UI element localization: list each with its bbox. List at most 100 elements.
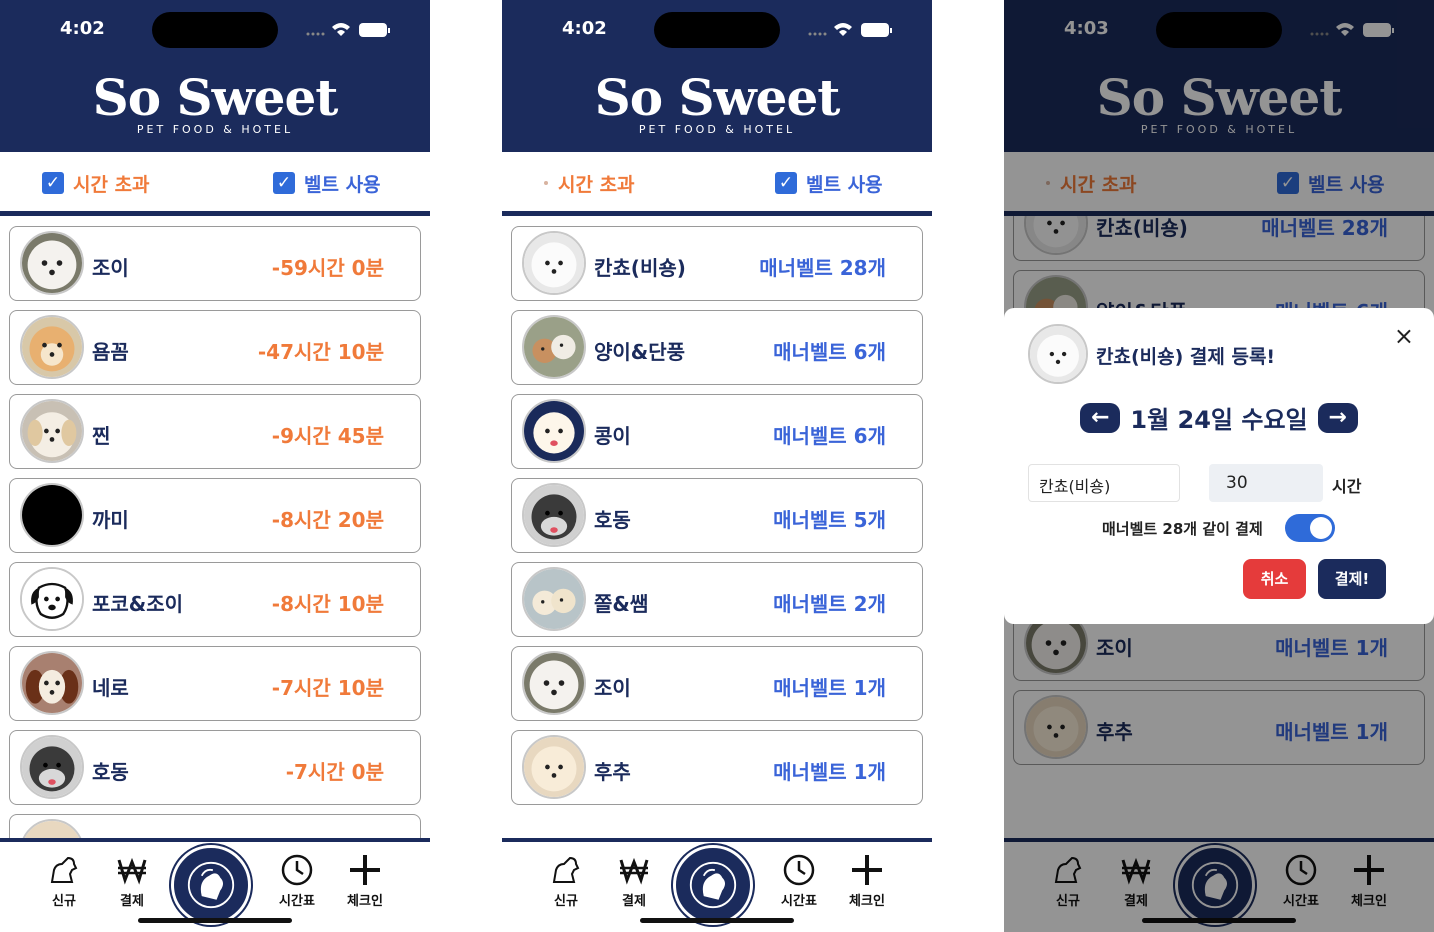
list-item[interactable]: 호동 -7시간 0분 — [9, 730, 421, 805]
belt-count: 매너벨트 6개 — [773, 424, 886, 448]
time-over-value: -7시간 0분 — [285, 760, 384, 784]
belt-count: 매너벨트 6개 — [773, 340, 886, 364]
home-logo-button[interactable] — [673, 845, 753, 925]
tab-schedule[interactable]: 시간표 — [267, 852, 327, 909]
won-icon — [117, 857, 147, 885]
pet-avatar — [20, 483, 84, 547]
pet-avatar — [1028, 324, 1088, 384]
list-item[interactable]: 호동 매너벨트 5개 — [511, 478, 923, 553]
screen-belt: 4:02 So Sweet PET FOOD & HOTEL 시간 초과 ✓ 벨… — [502, 0, 932, 932]
time-over-value: -7시간 10분 — [271, 676, 384, 700]
clock-icon — [783, 854, 815, 886]
checkbox-checked-icon[interactable]: ✓ — [775, 172, 797, 194]
list-item[interactable]: 조이 매너벨트 1개 — [511, 646, 923, 721]
pet-name: 호동 — [92, 760, 129, 784]
filter-time-over[interactable]: ✓ 시간 초과 — [42, 171, 150, 196]
belt-toggle[interactable] — [1285, 514, 1335, 542]
pet-name: 욤꼼 — [92, 340, 129, 364]
tab-label: 신규 — [554, 894, 578, 909]
list-item[interactable]: 조이 -59시간 0분 — [9, 226, 421, 301]
status-time: 4:02 — [562, 18, 607, 39]
dog-logo-icon — [187, 861, 235, 909]
tab-checkin[interactable]: 체크인 — [837, 852, 897, 909]
belt-count: 매너벨트 28개 — [759, 256, 886, 280]
tab-pay[interactable]: 결제 — [604, 852, 664, 909]
dog-logo-icon — [689, 861, 737, 909]
pet-avatar — [522, 315, 586, 379]
tab-label: 결제 — [622, 894, 646, 909]
pet-avatar — [20, 315, 84, 379]
checkbox-checked-icon[interactable]: ✓ — [273, 172, 295, 194]
pet-name: 칸쵸(비숑) — [594, 256, 686, 280]
tab-new[interactable]: 신규 — [536, 852, 596, 909]
plus-icon — [852, 855, 882, 885]
dog-outline-icon — [20, 567, 84, 631]
status-time: 4:02 — [60, 18, 105, 39]
home-logo-button[interactable] — [171, 845, 251, 925]
pet-name: 찐 — [92, 424, 111, 448]
tab-checkin[interactable]: 체크인 — [335, 852, 395, 909]
list-item[interactable]: 찐 -9시간 45분 — [9, 394, 421, 469]
belt-count: 매너벨트 1개 — [773, 760, 886, 784]
filter-time-over[interactable]: 시간 초과 — [544, 171, 635, 196]
clock-icon — [281, 854, 313, 886]
hours-input[interactable]: 30 — [1209, 464, 1323, 502]
filter-label: 시간 초과 — [558, 173, 635, 196]
filter-belt[interactable]: ✓ 벨트 사용 — [775, 171, 883, 196]
pet-name-field[interactable]: 칸쵸(비숑) — [1028, 464, 1180, 502]
close-icon[interactable]: × — [1394, 322, 1414, 350]
list-item[interactable]: 후추 매너벨트 1개 — [511, 730, 923, 805]
brand-logo: So Sweet — [594, 68, 841, 127]
filter-belt[interactable]: ✓ 벨트 사용 — [273, 171, 381, 196]
filter-label: 벨트 사용 — [806, 173, 883, 196]
filter-bar: 시간 초과 ✓ 벨트 사용 — [502, 152, 932, 214]
brand-subtitle: PET FOOD & HOTEL — [638, 123, 796, 136]
pet-name: 조이 — [594, 676, 631, 700]
date-selector: ← 1월 24일 수요일 → — [1004, 400, 1434, 435]
filter-label: 시간 초과 — [73, 173, 150, 196]
pet-list: 조이 -59시간 0분 욤꼼 -47시간 10분 찐 -9시간 45분 까미 -… — [0, 216, 430, 840]
screen-payment-modal: 4:03 So Sweet PET FOOD & HOTEL 시간 초과 ✓ 벨… — [1004, 0, 1434, 932]
pet-avatar — [522, 231, 586, 295]
toggle-knob — [1310, 517, 1332, 539]
pet-list: 칸쵸(비숑) 매너벨트 28개 양이&단풍 매너벨트 6개 콩이 매너벨트 6개… — [502, 216, 932, 840]
tab-label: 체크인 — [347, 894, 383, 909]
pet-name: 콩이 — [594, 424, 631, 448]
list-item[interactable]: 쫄&쌤 매너벨트 2개 — [511, 562, 923, 637]
tab-label: 결제 — [120, 894, 144, 909]
checkbox-checked-icon[interactable]: ✓ — [42, 172, 64, 194]
dog-icon — [50, 856, 78, 883]
pet-avatar — [522, 567, 586, 631]
filter-bar: ✓ 시간 초과 ✓ 벨트 사용 — [0, 152, 430, 214]
checkbox-unchecked-icon[interactable] — [544, 181, 548, 185]
pet-name: 쫄&쌤 — [594, 592, 649, 616]
list-item[interactable]: 까미 -8시간 20분 — [9, 478, 421, 553]
pet-name: 호동 — [594, 508, 631, 532]
tab-label: 시간표 — [279, 894, 315, 909]
hours-unit-label: 시간 — [1332, 477, 1362, 496]
list-item[interactable]: 양이&단풍 매너벨트 6개 — [511, 310, 923, 385]
tab-schedule[interactable]: 시간표 — [769, 852, 829, 909]
tab-label: 체크인 — [849, 894, 885, 909]
list-item[interactable]: 네로 -7시간 10분 — [9, 646, 421, 721]
list-item[interactable]: 욤꼼 -47시간 10분 — [9, 310, 421, 385]
pay-button[interactable]: 결제! — [1318, 559, 1386, 599]
selected-date: 1월 24일 수요일 — [1130, 406, 1308, 434]
next-date-arrow-icon[interactable]: → — [1317, 402, 1358, 433]
cancel-button[interactable]: 취소 — [1243, 559, 1306, 599]
time-over-value: -9시간 45분 — [271, 424, 384, 448]
tab-new[interactable]: 신규 — [34, 852, 94, 909]
list-item[interactable]: 포코&조이 -8시간 10분 — [9, 562, 421, 637]
tab-pay[interactable]: 결제 — [102, 852, 162, 909]
belt-toggle-label: 매너벨트 28개 같이 결제 — [1102, 520, 1263, 538]
prev-date-arrow-icon[interactable]: ← — [1080, 402, 1121, 433]
pet-avatar — [522, 483, 586, 547]
filter-label: 벨트 사용 — [304, 173, 381, 196]
time-over-value: -47시간 10분 — [257, 340, 384, 364]
pet-name: 양이&단풍 — [594, 340, 686, 364]
list-item[interactable]: 칸쵸(비숑) 매너벨트 28개 — [511, 226, 923, 301]
list-item[interactable]: 콩이 매너벨트 6개 — [511, 394, 923, 469]
list-item[interactable] — [9, 814, 421, 840]
modal-title: 칸쵸(비숑) 결제 등록! — [1096, 346, 1276, 368]
brand-subtitle: PET FOOD & HOTEL — [136, 123, 294, 136]
